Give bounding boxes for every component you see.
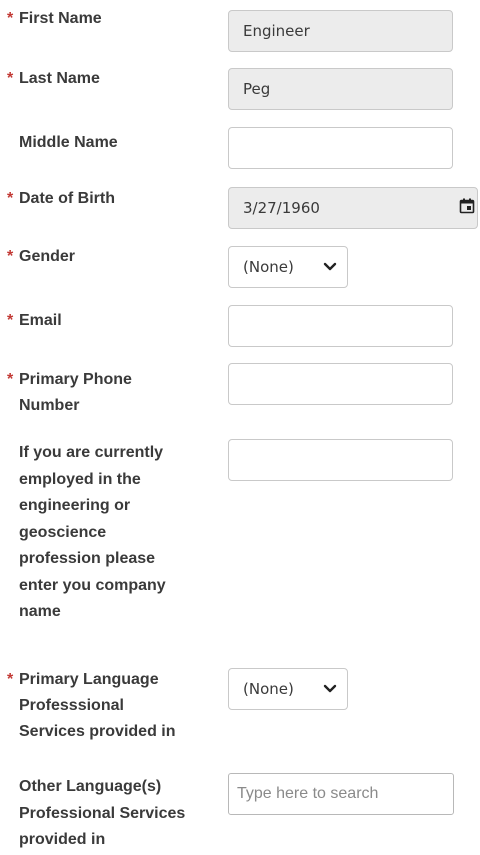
gender-label: * Gender bbox=[7, 245, 212, 269]
required-marker: * bbox=[7, 70, 14, 87]
phone-field[interactable] bbox=[228, 363, 453, 405]
required-marker: * bbox=[7, 312, 14, 329]
search-placeholder: Type here to search bbox=[237, 785, 379, 802]
middle-name-field[interactable] bbox=[228, 127, 453, 169]
company-field[interactable] bbox=[228, 439, 453, 481]
phone-label: * Primary Phone Number bbox=[7, 367, 212, 419]
first-name-field[interactable]: Engineer bbox=[228, 10, 453, 52]
required-marker: * bbox=[7, 671, 14, 688]
first-name-label: * First Name bbox=[7, 7, 212, 31]
required-marker: * bbox=[7, 371, 14, 388]
chevron-down-icon bbox=[323, 262, 337, 271]
last-name-label: * Last Name bbox=[7, 67, 212, 91]
primary-language-label: * Primary Language Professsional Services… bbox=[7, 667, 212, 745]
primary-language-value: (None) bbox=[243, 680, 294, 698]
dob-field[interactable]: 3/27/1960 bbox=[228, 187, 478, 229]
chevron-down-icon bbox=[323, 684, 337, 693]
dob-label: * Date of Birth bbox=[7, 187, 212, 211]
calendar-icon[interactable] bbox=[459, 198, 475, 214]
required-marker: * bbox=[7, 248, 14, 265]
other-languages-search-input[interactable]: Type here to search bbox=[228, 773, 454, 815]
required-marker: * bbox=[7, 190, 14, 207]
primary-language-select[interactable]: (None) bbox=[228, 668, 348, 710]
gender-select-value: (None) bbox=[243, 258, 294, 276]
company-label: If you are currently employed in the eng… bbox=[19, 444, 166, 620]
email-field[interactable] bbox=[228, 305, 453, 347]
required-marker: * bbox=[7, 10, 14, 27]
last-name-field[interactable]: Peg bbox=[228, 68, 453, 110]
gender-select[interactable]: (None) bbox=[228, 246, 348, 288]
email-label: * Email bbox=[7, 309, 212, 333]
middle-name-label: Middle Name bbox=[19, 134, 118, 151]
other-languages-label: Other Language(s) Professional Services … bbox=[19, 778, 186, 848]
